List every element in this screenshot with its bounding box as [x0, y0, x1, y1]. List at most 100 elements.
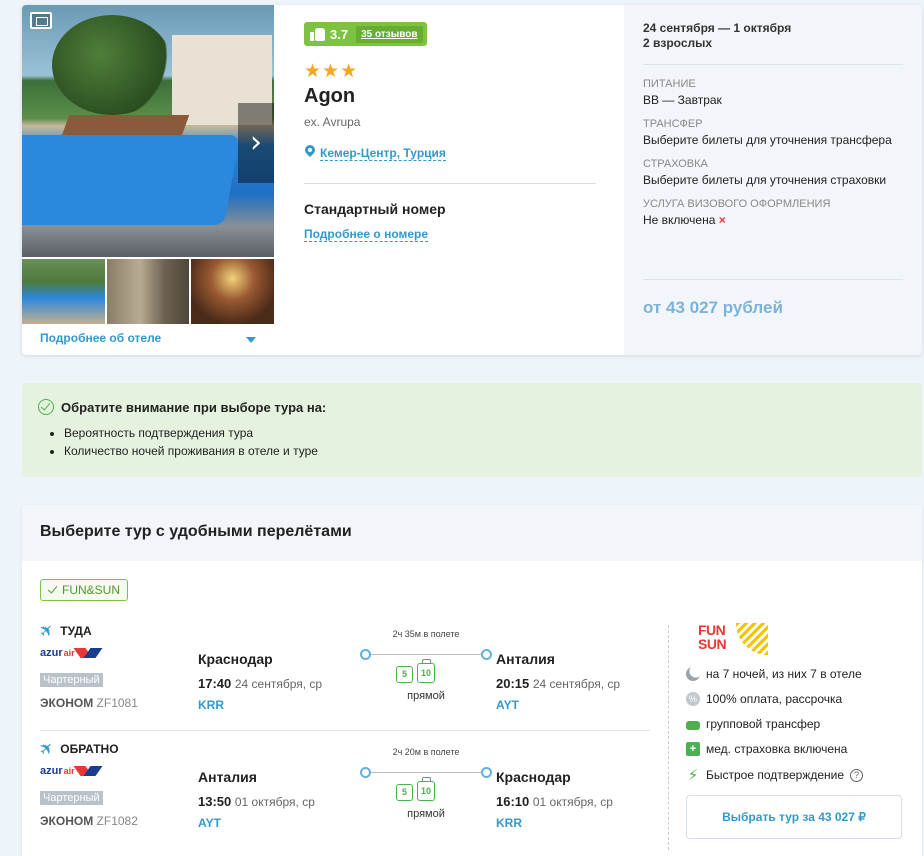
airline-logo-text: azur — [40, 765, 63, 777]
leg-title: ✈ ОБРАТНО — [35, 737, 119, 761]
notice-header: Обратите внимание при выборе тура на: — [38, 399, 922, 415]
charter-badge: Чартерный — [40, 791, 103, 805]
divider — [304, 183, 596, 184]
thumbs-up-icon — [310, 27, 326, 41]
tour-summary: 24 сентября — 1 октября 2 взрослых ПИТАН… — [624, 5, 922, 355]
hotel-main-photo[interactable]: › — [22, 5, 274, 257]
visa-label: УСЛУГА ВИЗОВОГО ОФОРМЛЕНИЯ — [643, 198, 831, 210]
airline-logo: azur air — [40, 765, 103, 777]
gallery-icon[interactable] — [30, 12, 52, 29]
reviews-link[interactable]: 35 отзывов — [356, 25, 423, 43]
star-rating: ★★★ — [304, 60, 359, 82]
flight-route: 2ч 35м в полете 5 10 прямой — [356, 621, 496, 731]
thumbnail-room[interactable] — [191, 259, 275, 324]
arrival-date: 24 сентября, ср — [532, 677, 621, 691]
arrival-time: 20:15 24 сентября, ср — [496, 676, 620, 691]
list-item: Количество ночей проживания в отеле и ту… — [64, 442, 922, 460]
feature-text: на 7 ночей, из них 7 в отеле — [706, 667, 862, 681]
departure-time: 17:40 24 сентября, ср — [198, 676, 322, 691]
arrival-city: Краснодар — [496, 769, 571, 785]
visa-value-text: Не включена — [643, 213, 716, 227]
hotel-location[interactable]: Кемер-Центр, Турция — [304, 145, 446, 161]
charter-badge: Чартерный — [40, 673, 103, 687]
route-start-dot — [360, 649, 371, 660]
rating-badge[interactable]: 3.7 35 отзывов — [304, 22, 427, 46]
departure-time: 13:50 01 октября, ср — [198, 794, 315, 809]
leg-label: ТУДА — [60, 624, 92, 638]
select-tour-button[interactable]: Выбрать тур за 43 027 ₽ — [686, 795, 902, 839]
divider — [40, 730, 650, 731]
flight-duration: 2ч 20м в полете — [392, 747, 460, 757]
feature-insurance: + мед. страховка включена — [686, 742, 847, 756]
divider — [643, 64, 903, 65]
location-link[interactable]: Кемер-Центр, Турция — [320, 146, 446, 161]
vertical-divider — [668, 625, 669, 850]
departure-date: 01 октября, ср — [234, 795, 315, 809]
insurance-label: СТРАХОВКА — [643, 158, 708, 170]
hotel-former-name: ex. Avrupa — [304, 115, 361, 129]
room-details-link[interactable]: Подробнее о номере — [304, 227, 429, 242]
meals-value: BB — Завтрак — [643, 93, 722, 107]
flight-number: ZF1082 — [96, 814, 138, 828]
departure-city: Анталия — [198, 769, 257, 785]
flight-number: ZF1081 — [96, 696, 138, 710]
notice-title: Обратите внимание при выборе тура на: — [61, 399, 327, 415]
airline-wing-icon — [77, 766, 103, 776]
medkit-icon: + — [686, 742, 700, 756]
thumbnail-bathroom[interactable] — [106, 259, 190, 324]
route-end-dot — [481, 649, 492, 660]
price-from: от 43 027 рублей — [643, 298, 783, 317]
direct-flight-label: прямой — [407, 690, 445, 702]
notice-box: Обратите внимание при выборе тура на: Ве… — [22, 383, 922, 477]
direct-flight-label: прямой — [407, 808, 445, 820]
feature-text: Быстрое подтверждение — [706, 768, 845, 782]
airline-logo-suffix: air — [63, 766, 75, 776]
tour-guests: 2 взрослых — [643, 36, 713, 50]
departure-hour: 13:50 — [198, 794, 232, 809]
arrival-code: KRR — [496, 816, 522, 830]
feature-confirmation: ⚡ Быстрое подтверждение ? — [686, 768, 864, 783]
divider — [643, 279, 903, 280]
tour-dates: 24 сентября — 1 октября — [643, 21, 792, 35]
class-label: ЭКОНОМ — [40, 814, 94, 828]
thumbnail-pool[interactable] — [22, 259, 105, 324]
help-icon[interactable]: ? — [850, 768, 864, 782]
cross-icon: × — [718, 213, 726, 227]
departure-hour: 17:40 — [198, 676, 232, 691]
class-label: ЭКОНОМ — [40, 696, 94, 710]
airline-logo-suffix: air — [63, 648, 75, 658]
flight-route: 2ч 20м в полете 5 10 прямой — [356, 739, 496, 849]
hotel-card: › Подробнее об отеле 3.7 35 отзывов ★★★ … — [22, 5, 922, 355]
tour-selection: Выберите тур с удобными перелётами FUN&S… — [22, 505, 922, 856]
flight-duration: 2ч 35м в полете — [392, 629, 460, 639]
route-line — [366, 772, 486, 773]
arrival-hour: 20:15 — [496, 676, 530, 691]
section-title: Выберите тур с удобными перелётами — [22, 505, 922, 561]
next-photo-arrow-icon[interactable]: › — [238, 103, 274, 183]
moon-icon — [686, 667, 700, 681]
route-end-dot — [481, 767, 492, 778]
hand-luggage-icon: 5 — [396, 784, 413, 801]
flight-leg-outbound: ✈ ТУДА azur air Чартерный ЭКОНОМ ZF1081 … — [35, 619, 660, 731]
departure-city: Краснодар — [198, 651, 273, 667]
leg-title: ✈ ТУДА — [35, 619, 92, 643]
feature-text: мед. страховка включена — [706, 742, 848, 756]
departure-code: KRR — [198, 698, 224, 712]
percent-icon: % — [686, 692, 700, 706]
photo-palm — [52, 15, 172, 115]
luggage-icon: 10 — [417, 659, 435, 683]
feature-text: групповой трансфер — [706, 717, 821, 731]
transfer-value: Выберите билеты для уточнения трансфера — [643, 133, 892, 147]
meals-label: ПИТАНИЕ — [643, 78, 696, 90]
airline-wing-icon — [77, 648, 103, 658]
hotel-name: Agon — [304, 85, 356, 107]
hotel-gallery: › Подробнее об отеле — [22, 5, 275, 355]
room-type: Стандартный номер — [304, 201, 446, 217]
feature-nights: на 7 ночей, из них 7 в отеле — [686, 667, 862, 681]
funsun-logo-text: FUN SUN — [698, 623, 727, 651]
hotel-details-link[interactable]: Подробнее об отеле — [40, 331, 161, 345]
baggage-info: 5 10 — [396, 659, 435, 683]
rating-value: 3.7 — [330, 26, 349, 42]
flight-class: ЭКОНОМ ZF1082 — [40, 814, 138, 828]
chevron-down-icon[interactable] — [246, 337, 256, 343]
